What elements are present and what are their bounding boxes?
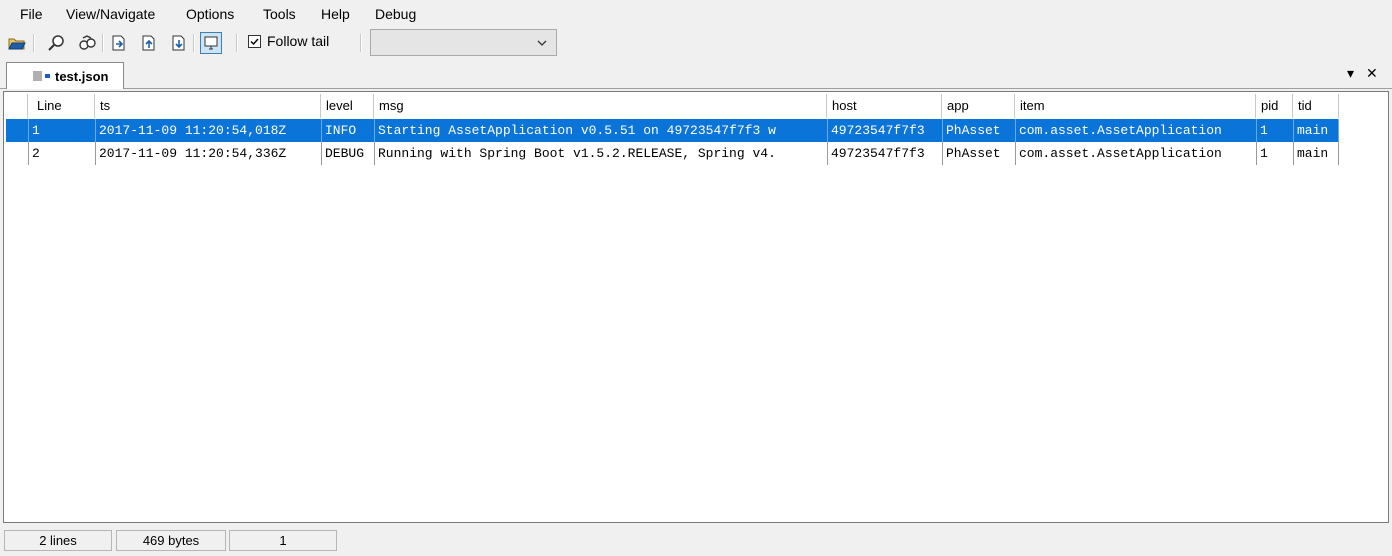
column-header-level[interactable]: level: [321, 94, 374, 118]
page-arrow-down-icon: [172, 35, 185, 51]
binoculars-icon: [79, 35, 96, 50]
menu-tools[interactable]: Tools: [263, 6, 296, 22]
row-selector[interactable]: [6, 119, 28, 142]
menu-file[interactable]: File: [20, 6, 43, 22]
menu-help[interactable]: Help: [321, 6, 350, 22]
filter-combo[interactable]: [370, 29, 557, 56]
column-header-app[interactable]: app: [942, 94, 1015, 118]
tab-list-dropdown[interactable]: ▾: [1347, 65, 1354, 82]
cell-level: INFO: [321, 119, 374, 142]
toolbar: [0, 28, 1392, 58]
previous-match-button[interactable]: [138, 32, 160, 54]
page-arrow-right-icon: [112, 35, 125, 51]
status-bar: 2 lines 469 bytes 1: [0, 526, 1392, 556]
chevron-down-icon: [537, 40, 547, 46]
menu-bar: File View/Navigate Options Tools Help De…: [0, 0, 1392, 28]
column-header-tid[interactable]: tid: [1293, 94, 1339, 118]
log-grid[interactable]: Line ts level msg host app item pid tid …: [3, 91, 1389, 523]
go-to-end-button[interactable]: [168, 32, 190, 54]
document-icon: [33, 71, 42, 81]
cell-host: 49723547f7f3: [827, 142, 942, 165]
status-line-count: 2 lines: [4, 530, 112, 551]
cell-tid: main: [1293, 142, 1339, 165]
cell-ts: 2017-11-09 11:20:54,018Z: [95, 119, 321, 142]
status-byte-count: 469 bytes: [116, 530, 226, 551]
follow-tail-checkbox[interactable]: [248, 34, 261, 48]
cell-msg: Running with Spring Boot v1.5.2.RELEASE,…: [374, 142, 827, 165]
tab-label: test.json: [55, 69, 109, 84]
cell-item: com.asset.AssetApplication: [1015, 142, 1256, 165]
column-header-line[interactable]: Line: [28, 94, 95, 118]
status-current-line: 1: [229, 530, 337, 551]
cell-app: PhAsset: [942, 119, 1015, 142]
cell-app: PhAsset: [942, 142, 1015, 165]
table-row[interactable]: 2 2017-11-09 11:20:54,336Z DEBUG Running…: [6, 142, 1339, 165]
column-header-host[interactable]: host: [827, 94, 942, 118]
tab-test-json[interactable]: test.json: [6, 62, 124, 89]
menu-view-navigate[interactable]: View/Navigate: [66, 6, 155, 22]
follow-tail-toggle[interactable]: Follow tail: [248, 31, 329, 51]
column-header-item[interactable]: item: [1015, 94, 1256, 118]
cell-tid: main: [1293, 119, 1339, 142]
cell-item: com.asset.AssetApplication: [1015, 119, 1256, 142]
cell-msg: Starting AssetApplication v0.5.51 on 497…: [374, 119, 827, 142]
find-button[interactable]: [45, 32, 67, 54]
table-row[interactable]: 1 2017-11-09 11:20:54,018Z INFO Starting…: [6, 119, 1339, 142]
toggle-panel-button[interactable]: [200, 32, 222, 54]
find-highlight-button[interactable]: [76, 32, 98, 54]
open-file-button[interactable]: [6, 32, 28, 54]
page-arrow-up-icon: [142, 35, 155, 51]
column-header-msg[interactable]: msg: [374, 94, 827, 118]
cell-pid: 1: [1256, 142, 1293, 165]
next-match-button[interactable]: [108, 32, 130, 54]
cell-line: 2: [28, 142, 95, 165]
column-header-ts[interactable]: ts: [95, 94, 321, 118]
menu-debug[interactable]: Debug: [375, 6, 416, 22]
magnifier-icon: [48, 35, 64, 51]
menu-options[interactable]: Options: [186, 6, 234, 22]
monitor-icon: [204, 36, 218, 50]
check-icon: [250, 38, 259, 45]
cell-ts: 2017-11-09 11:20:54,336Z: [95, 142, 321, 165]
cell-host: 49723547f7f3: [827, 119, 942, 142]
cell-pid: 1: [1256, 119, 1293, 142]
cell-level: DEBUG: [321, 142, 374, 165]
tab-strip: test.json ▾ ✕: [0, 59, 1392, 89]
close-tab-icon[interactable]: ✕: [1366, 65, 1378, 82]
column-header-pid[interactable]: pid: [1256, 94, 1293, 118]
cell-line: 1: [28, 119, 95, 142]
row-selector-header: [6, 94, 28, 118]
row-selector[interactable]: [6, 142, 28, 165]
open-folder-icon: [8, 38, 26, 50]
follow-tail-label: Follow tail: [267, 33, 330, 49]
